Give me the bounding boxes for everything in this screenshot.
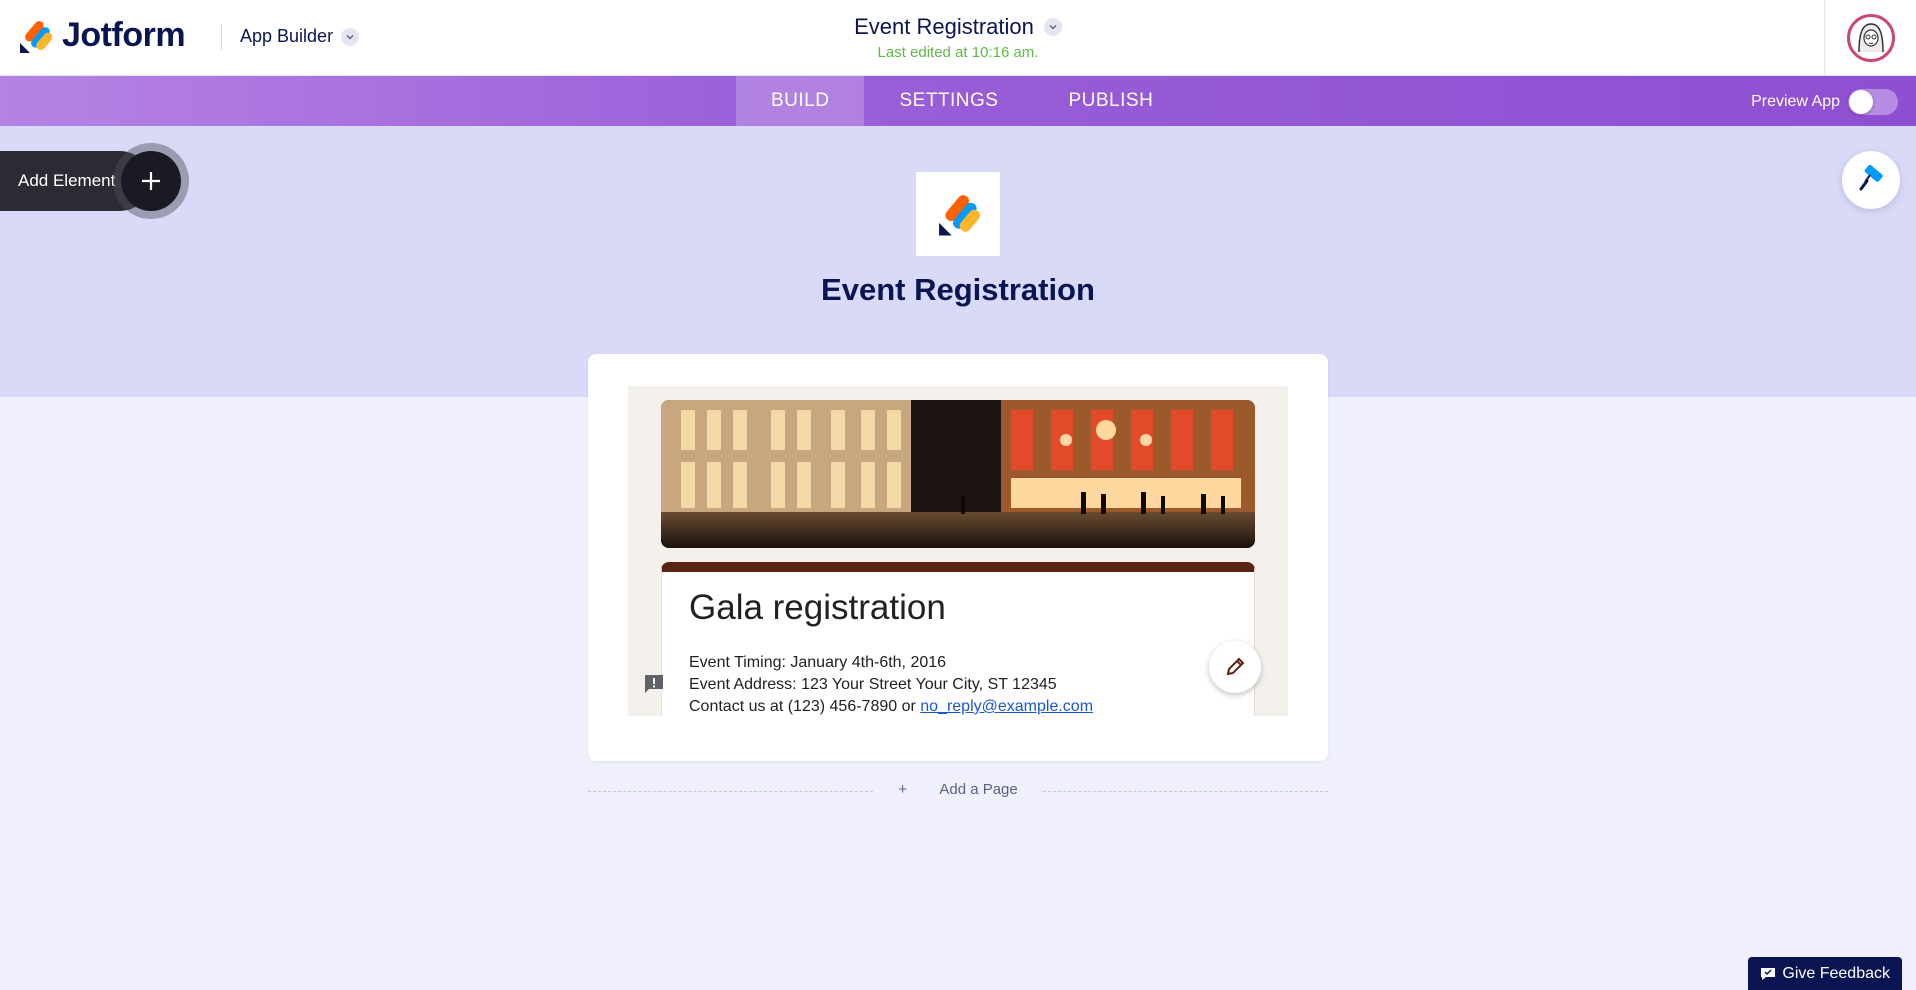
add-element-label: Add Element [18,171,116,190]
tab-build[interactable]: BUILD [736,76,865,126]
add-page-button[interactable]: + Add a Page [588,781,1328,798]
paint-roller-icon [1859,165,1883,191]
avatar-illustration-icon [1857,23,1884,53]
preview-app-toggle[interactable] [1848,89,1898,115]
give-feedback-button[interactable]: Give Feedback [1748,957,1902,990]
last-edited-status: Last edited at 10:16 am. [877,44,1039,61]
plus-icon: + [886,781,928,798]
builder-tabs: BUILD SETTINGS PUBLISH [736,76,1188,126]
app-title-block: Event Registration Last edited at 10:16 … [0,14,1916,61]
give-feedback-label: Give Feedback [1782,964,1890,982]
form-title: Gala registration [689,588,946,627]
tab-settings[interactable]: SETTINGS [864,76,1033,126]
edit-element-button[interactable] [1209,641,1261,693]
preview-app-label: Preview App [1751,93,1840,110]
chat-icon [1761,967,1776,980]
form-element-card[interactable]: Gala registration Event Timing: January … [588,354,1328,761]
user-avatar[interactable] [1846,14,1895,62]
add-page-label: Add a Page [927,781,1030,798]
app-designer-button[interactable] [1842,151,1900,209]
tab-publish[interactable]: PUBLISH [1033,76,1188,126]
app-title: Event Registration [854,14,1034,39]
plus-icon [121,151,181,211]
pencil-icon [1226,657,1245,676]
add-page-divider: + Add a Page [588,781,1328,803]
contact-email-link[interactable]: no_reply@example.com [920,698,1093,715]
account-menu[interactable] [1824,0,1916,76]
contact-prefix: Contact us at (123) 456-7890 or [689,698,921,715]
builder-nav-bar: BUILD SETTINGS PUBLISH Preview App [0,76,1916,126]
comment-alert-icon[interactable] [642,672,666,696]
event-timing-text: Event Timing: January 4th-6th, 2016 [689,654,947,671]
jotform-logo-icon [939,195,980,236]
add-element-circle[interactable] [113,143,189,219]
chevron-down-icon [1043,18,1062,36]
add-element-button[interactable]: Add Element [0,143,189,219]
toggle-knob [1849,90,1873,114]
gala-hero-image [661,400,1255,548]
app-icon[interactable] [915,171,1001,257]
form-header-card: Gala registration Event Timing: January … [661,562,1255,716]
event-address-text: Event Address: 123 Your Street Your City… [689,676,1057,693]
contact-text: Contact us at (123) 456-7890 or no_reply… [689,698,1093,716]
app-name-heading[interactable]: Event Registration [0,272,1916,308]
top-header: Jotform App Builder Event Registration L… [0,0,1916,76]
app-title-dropdown[interactable]: Event Registration [854,14,1062,40]
form-preview: Gala registration Event Timing: January … [628,386,1288,716]
preview-app-control: Preview App [1751,89,1898,115]
